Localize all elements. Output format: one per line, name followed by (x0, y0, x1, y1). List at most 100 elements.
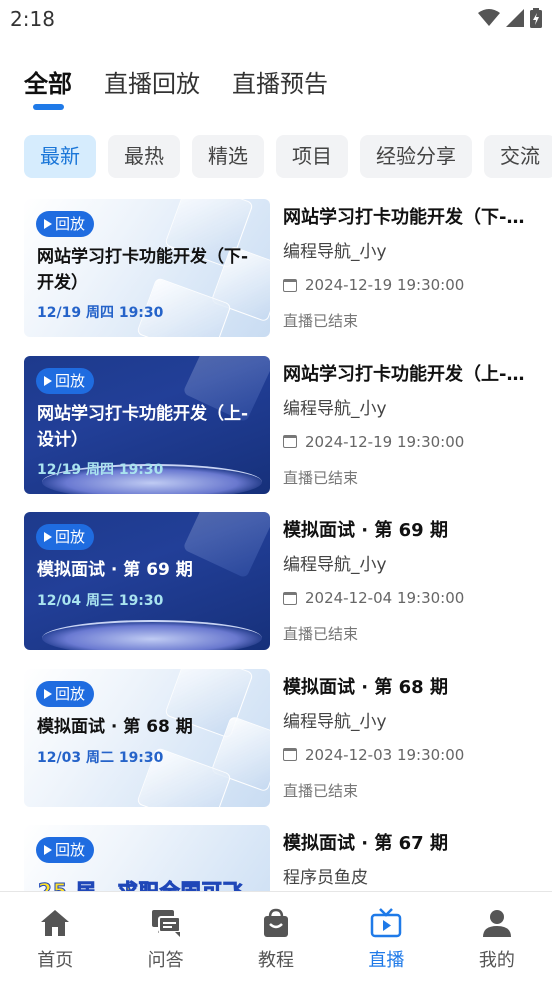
list-item[interactable]: 回放 25 届，求职全国可飞 模拟面试 · 第 67 期 程序员鱼皮 (24, 825, 552, 891)
replay-badge-label: 回放 (55, 215, 86, 233)
filter-chips: 最新 最热 精选 项目 经验分享 交流 (24, 135, 552, 178)
nav-mine[interactable]: 我的 (442, 892, 552, 981)
time-row: 2024-12-19 19:30:00 (283, 433, 552, 451)
time-row: 2024-12-19 19:30:00 (283, 276, 552, 294)
list-item[interactable]: 回放 网站学习打卡功能开发（下-开发） 12/19 周四 19:30 网站学习打… (24, 199, 552, 356)
wifi-icon (478, 9, 500, 26)
list-item[interactable]: 回放 模拟面试 · 第 68 期 12/03 周二 19:30 模拟面试 · 第… (24, 668, 552, 826)
chip-experience[interactable]: 经验分享 (360, 135, 472, 178)
live-thumbnail: 回放 25 届，求职全国可飞 (24, 825, 270, 891)
status-time: 2:18 (10, 7, 55, 31)
live-thumbnail: 回放 模拟面试 · 第 68 期 12/03 周二 19:30 (24, 668, 270, 807)
calendar-icon (283, 748, 297, 761)
item-info: 模拟面试 · 第 69 期 编程导航_小y 2024-12-04 19:30:0… (270, 512, 552, 669)
nav-tutorial[interactable]: 教程 (221, 892, 331, 981)
nav-home[interactable]: 首页 (0, 892, 110, 981)
replay-badge-label: 回放 (55, 528, 86, 546)
replay-badge-label: 回放 (55, 684, 86, 703)
replay-badge-label: 回放 (55, 371, 86, 390)
user-icon (482, 910, 511, 937)
thumb-title: 模拟面试 · 第 69 期 (37, 560, 193, 580)
item-author: 编程导航_小y (283, 242, 387, 262)
status-bar: 2:18 (0, 0, 552, 38)
item-info: 模拟面试 · 第 68 期 编程导航_小y 2024-12-03 19:30:0… (270, 669, 552, 826)
thumb-title: 网站学习打卡功能开发（上-设计） (37, 403, 249, 450)
thumb-date: 12/03 周二 19:30 (37, 749, 164, 766)
thumb-date: 12/19 周四 19:30 (37, 461, 164, 478)
tv-icon (371, 908, 402, 938)
home-icon (41, 910, 70, 936)
calendar-icon (283, 278, 297, 292)
item-state: 直播已结束 (283, 625, 359, 643)
tab-preview[interactable]: 直播预告 (232, 64, 328, 104)
status-icons (478, 8, 542, 28)
bag-icon (264, 908, 289, 937)
bottom-nav: 首页 问答 教程 直播 我的 (0, 891, 552, 981)
item-state: 直播已结束 (283, 781, 359, 800)
item-title: 网站学习打卡功能开发（下-开发） (283, 207, 529, 228)
item-title: 模拟面试 · 第 67 期 (283, 833, 448, 854)
replay-badge: 回放 (36, 680, 95, 707)
thumb-date: 12/04 周三 19:30 (37, 593, 164, 609)
chip-hot[interactable]: 最热 (108, 135, 180, 178)
nav-label: 问答 (147, 950, 184, 971)
chip-project[interactable]: 项目 (276, 135, 348, 178)
nav-label: 首页 (37, 950, 74, 971)
list-item[interactable]: 回放 网站学习打卡功能开发（上-设计） 12/19 周四 19:30 网站学习打… (24, 355, 552, 513)
nav-label: 直播 (368, 950, 405, 971)
item-time: 2024-12-03 19:30:00 (305, 745, 465, 764)
item-info: 网站学习打卡功能开发（下-开发） 编程导航_小y 2024-12-19 19:3… (270, 199, 552, 356)
nav-qa[interactable]: 问答 (110, 892, 220, 981)
live-thumbnail: 回放 模拟面试 · 第 69 期 12/04 周三 19:30 (24, 512, 270, 650)
nav-live[interactable]: 直播 (331, 892, 441, 981)
decor-disc (42, 620, 262, 650)
list-item[interactable]: 回放 模拟面试 · 第 69 期 12/04 周三 19:30 模拟面试 · 第… (24, 512, 552, 669)
play-icon (44, 688, 52, 699)
replay-badge: 回放 (36, 367, 95, 394)
app-screen: 2:18 全部 直播回放 直播预告 最新 最热 精选 项目 经验分享 交流 回放… (0, 0, 552, 981)
tab-replay[interactable]: 直播回放 (104, 64, 200, 104)
thumb-banner-text: 25 届，求职全国可飞 (38, 879, 244, 892)
play-icon (44, 375, 52, 386)
chat-icon (151, 910, 181, 937)
item-time: 2024-12-19 19:30:00 (305, 276, 465, 294)
item-info: 网站学习打卡功能开发（上-设计） 编程导航_小y 2024-12-19 19:3… (270, 356, 552, 513)
item-author: 编程导航_小y (283, 398, 387, 419)
live-thumbnail: 回放 网站学习打卡功能开发（下-开发） 12/19 周四 19:30 (24, 199, 270, 337)
calendar-icon (283, 591, 297, 605)
item-info: 模拟面试 · 第 67 期 程序员鱼皮 (270, 825, 552, 891)
time-row: 2024-12-04 19:30:00 (283, 589, 552, 607)
tab-all[interactable]: 全部 (24, 64, 72, 110)
item-author: 编程导航_小y (283, 555, 387, 575)
chip-featured[interactable]: 精选 (192, 135, 264, 178)
replay-badge: 回放 (36, 211, 95, 237)
chip-latest[interactable]: 最新 (24, 135, 96, 178)
nav-label: 教程 (258, 950, 295, 971)
signal-icon (506, 9, 524, 27)
nav-label: 我的 (478, 950, 515, 971)
thumb-date: 12/19 周四 19:30 (37, 305, 164, 321)
item-title: 模拟面试 · 第 69 期 (283, 520, 448, 541)
calendar-icon (283, 435, 297, 448)
live-list: 回放 网站学习打卡功能开发（下-开发） 12/19 周四 19:30 网站学习打… (24, 199, 552, 891)
item-time: 2024-12-19 19:30:00 (305, 432, 465, 451)
item-time: 2024-12-04 19:30:00 (305, 589, 465, 607)
item-author: 程序员鱼皮 (283, 868, 368, 888)
item-author: 编程导航_小y (283, 711, 387, 732)
chip-exchange[interactable]: 交流 (484, 135, 552, 178)
play-icon (44, 532, 52, 542)
live-thumbnail: 回放 网站学习打卡功能开发（上-设计） 12/19 周四 19:30 (24, 355, 270, 494)
time-row: 2024-12-03 19:30:00 (283, 746, 552, 764)
play-icon (44, 845, 52, 855)
item-state: 直播已结束 (283, 468, 359, 487)
item-title: 模拟面试 · 第 68 期 (283, 676, 448, 698)
thumb-title: 模拟面试 · 第 68 期 (37, 716, 193, 737)
replay-badge: 回放 (36, 524, 95, 550)
thumb-title: 网站学习打卡功能开发（下-开发） (37, 247, 249, 293)
item-title: 网站学习打卡功能开发（上-设计） (283, 363, 529, 385)
top-tabs: 全部 直播回放 直播预告 (24, 64, 328, 110)
replay-badge: 回放 (36, 837, 95, 863)
battery-icon (530, 8, 542, 28)
item-state: 直播已结束 (283, 312, 359, 330)
play-icon (44, 219, 52, 229)
